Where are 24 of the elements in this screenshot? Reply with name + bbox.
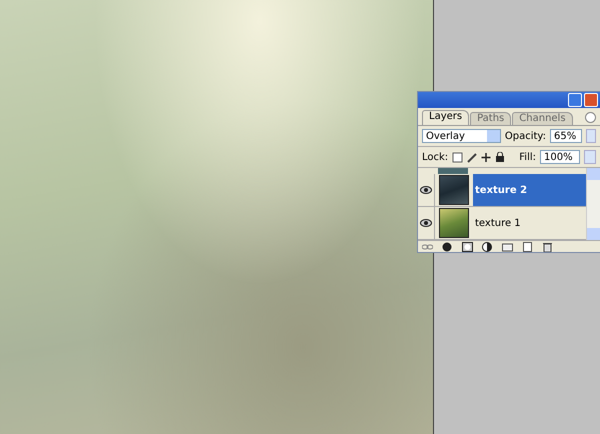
folder-icon[interactable] bbox=[502, 242, 513, 252]
panel-menu-icon[interactable] bbox=[585, 112, 596, 123]
close-button[interactable] bbox=[584, 93, 598, 107]
link-icon[interactable] bbox=[422, 242, 433, 252]
new-layer-icon[interactable] bbox=[522, 242, 533, 252]
layer-name[interactable]: texture 2 bbox=[473, 174, 586, 206]
blend-mode-dropdown[interactable]: Overlay bbox=[422, 129, 501, 143]
lock-label: Lock: bbox=[422, 152, 448, 162]
minimize-button[interactable] bbox=[568, 93, 582, 107]
eye-icon[interactable] bbox=[420, 186, 432, 194]
panel-tab[interactable]: Channels bbox=[512, 112, 573, 125]
trash-icon[interactable] bbox=[542, 242, 553, 252]
fill-label: Fill: bbox=[519, 152, 536, 162]
eye-icon[interactable] bbox=[420, 219, 432, 227]
panel-tab[interactable]: Paths bbox=[470, 112, 512, 125]
adjustment-layer-icon[interactable] bbox=[482, 242, 493, 252]
panel-tab[interactable]: Layers bbox=[422, 110, 470, 125]
opacity-field[interactable]: 65% bbox=[550, 129, 582, 143]
fill-field[interactable]: 100% bbox=[540, 150, 580, 164]
opacity-label: Opacity: bbox=[504, 130, 546, 142]
layer-style-icon[interactable] bbox=[442, 242, 453, 252]
mask-icon[interactable] bbox=[462, 242, 473, 252]
layer-name[interactable]: texture 1 bbox=[473, 207, 586, 239]
layer-thumbnail bbox=[439, 208, 469, 238]
